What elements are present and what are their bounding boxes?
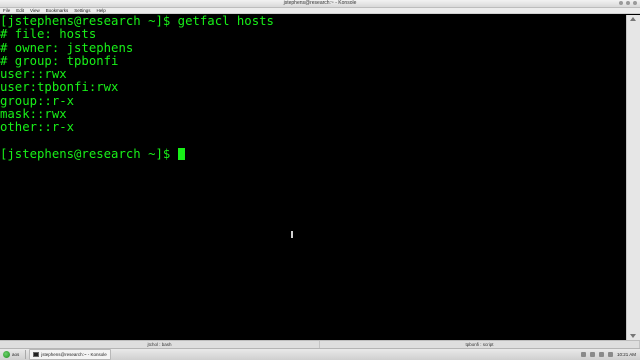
terminal-cursor: [177, 147, 185, 160]
scroll-up-icon[interactable]: [630, 17, 636, 21]
terminal-scrollbar[interactable]: [626, 15, 640, 340]
terminal-output[interactable]: [jstephens@research ~]$ getfacl hosts # f…: [0, 15, 626, 340]
volume-icon[interactable]: [589, 352, 595, 357]
tab-tpbonfi-script[interactable]: tpbonfi : script: [320, 341, 640, 348]
terminal-line: # group: tpbonfi: [0, 53, 119, 68]
menu-bookmarks[interactable]: Bookmarks: [46, 8, 69, 14]
terminal-line: group::r-x: [0, 93, 75, 108]
menu-settings[interactable]: Settings: [74, 8, 90, 14]
terminal-line: [jstephens@research ~]$ getfacl hosts: [0, 15, 274, 28]
network-icon[interactable]: [580, 352, 586, 357]
terminal-line: user::rwx: [0, 67, 67, 82]
menu-view[interactable]: View: [30, 8, 40, 14]
clock[interactable]: 10:21 AM: [617, 352, 636, 357]
ibeam-cursor-icon: [291, 231, 293, 238]
menu-bar: File Edit View Bookmarks Settings Help: [0, 8, 640, 14]
terminal-line: user:tpbonfi:rwx: [0, 80, 119, 95]
taskbar: aos jstephens@research:~ - Konsole 10:21…: [0, 348, 640, 360]
terminal-icon: [33, 352, 40, 357]
close-button[interactable]: [633, 1, 637, 5]
terminal-line: # file: hosts: [0, 27, 97, 42]
updates-icon[interactable]: [607, 352, 613, 357]
taskbar-konsole-label: jstephens@research:~ - Konsole: [41, 352, 107, 357]
maximize-button[interactable]: [626, 1, 630, 5]
clipboard-icon[interactable]: [598, 352, 604, 357]
terminal-line: other::r-x: [0, 120, 75, 135]
menu-file[interactable]: File: [3, 8, 10, 14]
konsole-window: jstephens@research:~ - Konsole File Edit…: [0, 0, 640, 360]
terminal-prompt-line: [jstephens@research ~]$: [0, 146, 626, 161]
session-tab-bar: jtchol : bash tpbonfi : script: [0, 340, 640, 348]
terminal-line: # owner: jstephens: [0, 40, 134, 55]
start-menu-button[interactable]: aos: [0, 349, 22, 360]
terminal-line: mask::rwx: [0, 107, 67, 122]
window-title: jstephens@research:~ - Konsole: [283, 0, 357, 6]
taskbar-konsole-button[interactable]: jstephens@research:~ - Konsole: [29, 349, 111, 360]
scroll-down-icon[interactable]: [630, 334, 636, 338]
menu-edit[interactable]: Edit: [16, 8, 24, 14]
minimize-button[interactable]: [619, 1, 623, 5]
taskbar-divider: [25, 350, 27, 359]
start-menu-icon: [3, 351, 10, 358]
system-tray: 10:21 AM: [580, 352, 640, 357]
tab-jtchol-bash[interactable]: jtchol : bash: [0, 341, 320, 348]
window-controls: [619, 1, 637, 5]
start-menu-label: aos: [12, 352, 20, 357]
terminal-prompt: [jstephens@research ~]$: [0, 146, 178, 161]
menu-help[interactable]: Help: [97, 8, 106, 14]
